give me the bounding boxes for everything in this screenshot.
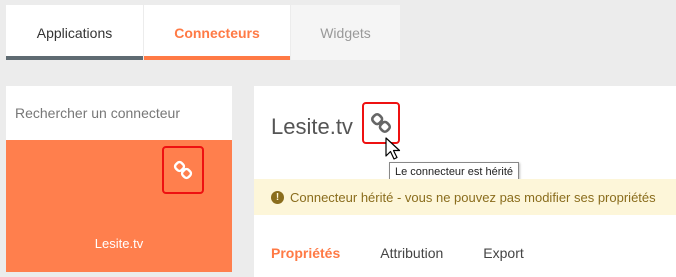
warning-text: Connecteur hérité - vous ne pouvez pas m… [290, 189, 656, 205]
tab-widgets-label: Widgets [320, 24, 371, 41]
tab-export[interactable]: Export [483, 245, 523, 261]
tab-applications[interactable]: Applications [6, 5, 143, 60]
inherited-warning-banner: ! Connecteur hérité - vous ne pouvez pas… [254, 179, 676, 215]
tab-widgets[interactable]: Widgets [291, 5, 400, 60]
tab-connecteurs[interactable]: Connecteurs [144, 5, 290, 60]
tab-attribution[interactable]: Attribution [380, 245, 443, 261]
detail-tabs: Propriétés Attribution Export [271, 245, 564, 261]
tab-applications-label: Applications [36, 24, 113, 41]
link-icon [370, 112, 392, 134]
top-tabs: Applications Connecteurs Widgets [6, 5, 400, 60]
tab-connecteurs-label: Connecteurs [174, 24, 260, 41]
connector-list-panel: Lesite.tv [6, 86, 232, 272]
connector-tile-label: Lesite.tv [94, 236, 144, 251]
tab-underline-active [144, 56, 290, 60]
search-input[interactable] [6, 86, 232, 140]
connector-tile[interactable]: Lesite.tv [6, 140, 232, 272]
mouse-cursor-icon [385, 137, 401, 160]
inherited-link-icon-highlight[interactable] [162, 146, 204, 194]
connector-detail-panel: Lesite.tv Le connecteur est hérité ! Con… [254, 86, 676, 277]
link-icon [173, 160, 193, 180]
exclamation-icon: ! [271, 190, 284, 204]
tab-proprietes[interactable]: Propriétés [271, 245, 340, 261]
tab-underline [6, 56, 143, 60]
page-title: Lesite.tv [271, 114, 353, 139]
